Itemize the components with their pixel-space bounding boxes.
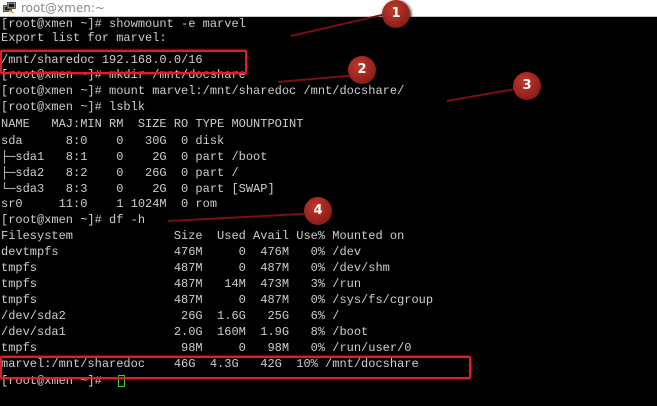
terminal-line-sr0: sr0 11:0 1 1024M 0 rom bbox=[1, 197, 218, 211]
terminal-line-tmpfs-run: tmpfs 487M 14M 473M 3% /run bbox=[1, 277, 362, 291]
putty-terminal-icon bbox=[3, 2, 16, 14]
terminal-line-mount: [root@xmen ~]# mount marvel:/mnt/sharedo… bbox=[1, 84, 405, 98]
annotation-badge-1: 1 bbox=[382, 0, 410, 28]
terminal-line-tmpfs-shm: tmpfs 487M 0 487M 0% /dev/shm bbox=[1, 261, 390, 275]
terminal-line-df-header: Filesystem Size Used Avail Use% Mounted … bbox=[1, 229, 405, 243]
annotation-badge-3: 3 bbox=[513, 72, 541, 100]
window-titlebar: root@xmen:~ bbox=[0, 0, 657, 17]
terminal-line-lsblk: [root@xmen ~]# lsblk bbox=[1, 100, 146, 114]
terminal-line-sda: sda 8:0 0 30G 0 disk bbox=[1, 134, 225, 148]
terminal-line-sda1: ├─sda1 8:1 0 2G 0 part /boot bbox=[1, 150, 268, 164]
terminal-line-tmpfs-user: tmpfs 98M 0 98M 0% /run/user/0 bbox=[1, 341, 412, 355]
terminal-line-lsblk-header: NAME MAJ:MIN RM SIZE RO TYPE MOUNTPOINT bbox=[1, 117, 304, 131]
window-title: root@xmen:~ bbox=[21, 1, 105, 15]
terminal-line-sda3: └─sda3 8:3 0 2G 0 part [SWAP] bbox=[1, 182, 275, 196]
terminal-line-export-header: Export list for marvel: bbox=[1, 31, 167, 45]
terminal-line-devtmpfs: devtmpfs 476M 0 476M 0% /dev bbox=[1, 245, 362, 259]
highlight-box-nfs-mount bbox=[0, 356, 471, 379]
terminal-line-sda1-df: /dev/sda1 2.0G 160M 1.9G 8% /boot bbox=[1, 325, 369, 339]
annotation-badge-2: 2 bbox=[348, 56, 376, 84]
highlight-box-export bbox=[0, 50, 247, 74]
terminal-line-sda2-df: /dev/sda2 26G 1.6G 25G 6% / bbox=[1, 309, 340, 323]
terminal-line-df: [root@xmen ~]# df -h bbox=[1, 213, 146, 227]
annotation-badge-4: 4 bbox=[304, 197, 332, 225]
terminal-line-showmount: [root@xmen ~]# showmount -e marvel bbox=[1, 17, 246, 31]
terminal-line-sda2: ├─sda2 8:2 0 26G 0 part / bbox=[1, 166, 239, 180]
terminal-line-tmpfs-cgroup: tmpfs 487M 0 487M 0% /sys/fs/cgroup bbox=[1, 293, 434, 307]
